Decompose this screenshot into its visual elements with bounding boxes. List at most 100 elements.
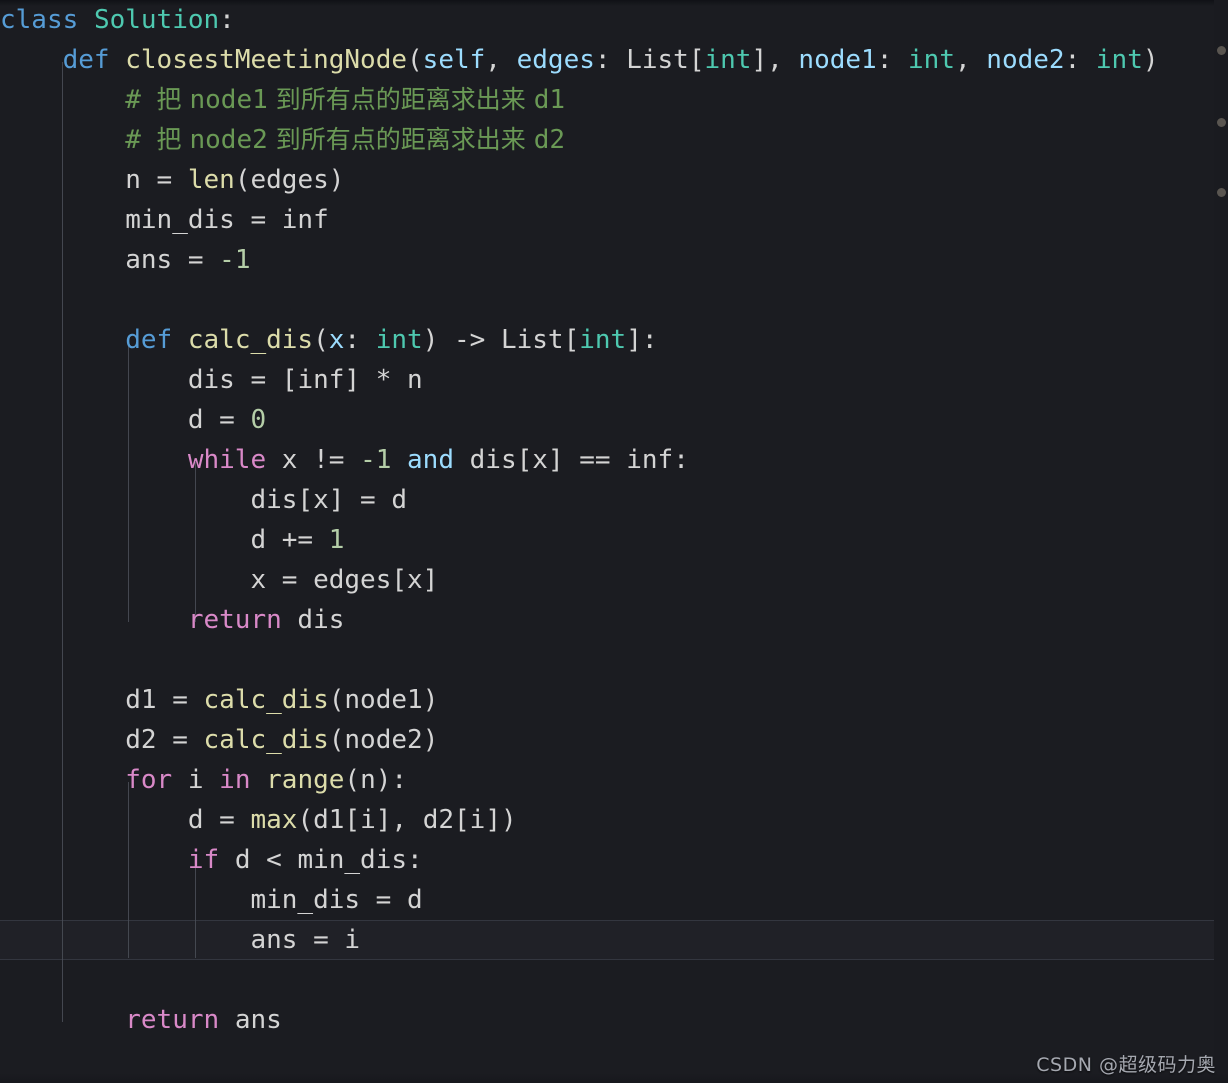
- token-colon: :: [641, 325, 658, 355]
- token-rparen: ): [422, 685, 439, 715]
- token-comment-tail: d2: [533, 125, 565, 155]
- code-line-4[interactable]: # 把 node2 到所有点的距离求出来 d2: [0, 120, 565, 160]
- token-colon: :: [1064, 45, 1096, 75]
- code-line-7[interactable]: ans = -1: [0, 240, 250, 280]
- token-lparen: (: [328, 685, 345, 715]
- code-line-10[interactable]: dis = [inf] * n: [0, 360, 423, 400]
- token-arrow: ->: [438, 325, 501, 355]
- token-colon: :: [594, 45, 627, 75]
- token-variable-dis: dis: [250, 485, 298, 515]
- token-variable-x: x: [407, 565, 423, 595]
- code-line-23[interactable]: min_dis = d: [0, 880, 422, 920]
- token-assign: =: [297, 925, 345, 955]
- token-multiply: *: [360, 365, 408, 395]
- token-comma: ,: [767, 45, 799, 75]
- token-colon: :: [219, 5, 235, 35]
- token-lbracket: [: [516, 445, 533, 475]
- token-assign: =: [344, 485, 392, 515]
- code-line-19[interactable]: d2 = calc_dis(node2): [0, 720, 438, 760]
- token-lparen: (: [344, 765, 361, 795]
- token-keyword-in: in: [219, 765, 251, 795]
- token-variable-n: n: [125, 165, 141, 195]
- token-assign: =: [234, 205, 282, 235]
- token-comma: ,: [391, 805, 423, 835]
- token-assign: =: [203, 805, 251, 835]
- token-param-node1: node1: [798, 45, 877, 75]
- code-line-21[interactable]: d = max(d1[i], d2[i]): [0, 800, 517, 840]
- token-type-int: int: [1095, 45, 1143, 75]
- code-line-12[interactable]: while x != -1 and dis[x] == inf:: [0, 440, 689, 480]
- code-line-16[interactable]: return dis: [0, 600, 345, 640]
- code-line-13[interactable]: dis[x] = d: [0, 480, 407, 520]
- token-assign: =: [156, 725, 204, 755]
- token-type-int: int: [579, 325, 627, 355]
- code-line-9[interactable]: def calc_dis(x: int) -> List[int]:: [0, 320, 658, 360]
- code-line-11[interactable]: d = 0: [0, 400, 266, 440]
- token-builtin-len: len: [187, 165, 235, 195]
- token-variable-d: d: [391, 485, 408, 515]
- overview-ruler-mark[interactable]: [1217, 46, 1226, 55]
- token-variable-x: x: [313, 485, 329, 515]
- code-line-14[interactable]: d += 1: [0, 520, 344, 560]
- code-line-15[interactable]: x = edges[x]: [0, 560, 438, 600]
- token-comment-cjk: 把: [156, 85, 190, 114]
- bottom-edge-shade: [0, 1073, 1228, 1083]
- token-param-node2: node2: [986, 45, 1065, 75]
- code-line-20[interactable]: for i in range(n):: [0, 760, 407, 800]
- token-value-inf: inf: [626, 445, 674, 475]
- overview-ruler-mark[interactable]: [1217, 118, 1226, 127]
- token-lbracket: [: [391, 565, 408, 595]
- token-lbracket: [: [297, 485, 314, 515]
- token-comment-identifier: node1: [189, 85, 268, 115]
- token-keyword-def: def: [125, 325, 173, 355]
- token-rbracket: ]: [751, 45, 768, 75]
- token-comma: ,: [485, 45, 517, 75]
- code-line-1[interactable]: class Solution:: [0, 0, 235, 40]
- token-keyword-return: return: [125, 1005, 220, 1035]
- token-keyword-def: def: [62, 45, 110, 75]
- token-variable-min-dis: min_dis: [250, 885, 361, 915]
- code-line-24[interactable]: ans = i: [0, 920, 360, 960]
- token-rbracket: ]: [328, 485, 345, 515]
- code-line-22[interactable]: if d < min_dis:: [0, 840, 423, 880]
- code-line-26[interactable]: return ans: [0, 1000, 282, 1040]
- code-line-5[interactable]: n = len(edges): [0, 160, 344, 200]
- token-lbracket: [: [688, 45, 705, 75]
- token-variable-d1: d1: [125, 685, 157, 715]
- code-line-18[interactable]: d1 = calc_dis(node1): [0, 680, 438, 720]
- csdn-watermark: CSDN @超级码力奥: [1036, 1054, 1216, 1076]
- token-rbracket: ]: [375, 805, 392, 835]
- token-function-name: closestMeetingNode: [125, 45, 408, 75]
- token-rbracket: ]: [547, 445, 564, 475]
- token-keyword-if: if: [187, 845, 220, 875]
- code-line-2[interactable]: def closestMeetingNode(self, edges: List…: [0, 40, 1159, 80]
- token-keyword-for: for: [125, 765, 173, 795]
- token-keyword-class: class: [0, 5, 79, 35]
- token-rbracket: ]: [626, 325, 642, 355]
- token-function-call: calc_dis: [203, 725, 329, 755]
- overview-ruler-scrollbar[interactable]: [1214, 0, 1228, 1083]
- code-line-3[interactable]: # 把 node1 到所有点的距离求出来 d1: [0, 80, 565, 120]
- code-editor[interactable]: class Solution: def closestMeetingNode(s…: [0, 0, 1228, 1083]
- code-line-6[interactable]: min_dis = inf: [0, 200, 329, 240]
- token-lbracket: [: [281, 365, 298, 395]
- overview-ruler-mark[interactable]: [1217, 188, 1226, 197]
- token-rparen: ): [375, 765, 392, 795]
- token-assign: =: [203, 405, 251, 435]
